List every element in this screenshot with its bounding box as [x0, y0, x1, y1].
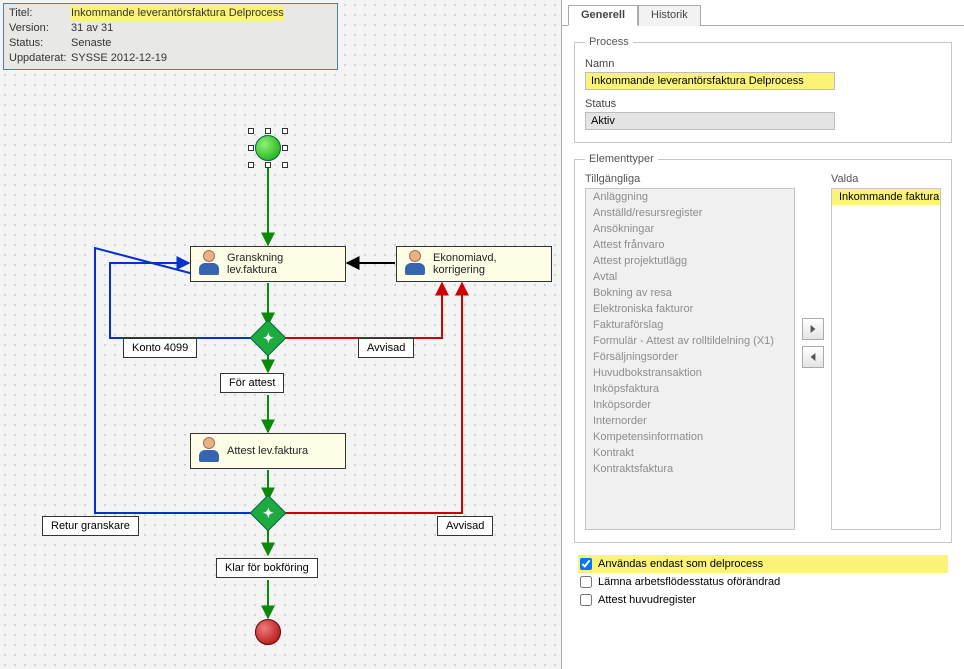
task-attest[interactable]: Attest lev.faktura: [190, 433, 346, 469]
list-item[interactable]: Attest projektutlägg: [586, 253, 794, 269]
list-item[interactable]: Försäljningsorder: [586, 349, 794, 365]
check-label: Attest huvudregister: [598, 594, 696, 606]
list-item[interactable]: Avtal: [586, 269, 794, 285]
label-klar[interactable]: Klar för bokföring: [216, 558, 318, 578]
check-attest-input[interactable]: [580, 594, 592, 606]
status-label: Status: [585, 98, 941, 110]
list-item[interactable]: Kontrakt: [586, 445, 794, 461]
list-item[interactable]: Elektroniska fakturor: [586, 301, 794, 317]
user-icon: [403, 250, 427, 278]
move-right-button[interactable]: [802, 318, 824, 340]
namn-field: Inkommande leverantörsfaktura Delprocess: [585, 72, 835, 90]
process-legend: Process: [585, 36, 633, 48]
label-text: Retur granskare: [51, 520, 130, 532]
task-label: Ekonomiavd,: [433, 252, 497, 264]
list-item[interactable]: Anställd/resursregister: [586, 205, 794, 221]
task-label: Attest lev.faktura: [227, 445, 308, 457]
list-item[interactable]: Attest frånvaro: [586, 237, 794, 253]
user-icon: [197, 437, 221, 465]
label-for-attest[interactable]: För attest: [220, 373, 284, 393]
task-granskning[interactable]: Granskninglev.faktura: [190, 246, 346, 282]
task-label: lev.faktura: [227, 264, 283, 276]
label-konto[interactable]: Konto 4099: [123, 338, 197, 358]
check-label: Användas endast som delprocess: [598, 558, 763, 570]
checkbox-group: Användas endast som delprocess Lämna arb…: [574, 553, 952, 609]
label-avvisad-1[interactable]: Avvisad: [358, 338, 414, 358]
label-text: Avvisad: [446, 520, 484, 532]
list-item[interactable]: Bokning av resa: [586, 285, 794, 301]
label-text: För attest: [229, 377, 275, 389]
check-attest[interactable]: Attest huvudregister: [578, 591, 948, 609]
move-left-button[interactable]: [802, 346, 824, 368]
status-field: Aktiv: [585, 112, 835, 130]
label-avvisad-2[interactable]: Avvisad: [437, 516, 493, 536]
element-legend: Elementtyper: [585, 153, 658, 165]
selected-list[interactable]: Inkommande faktura: [831, 188, 941, 530]
chevron-right-icon: [809, 325, 817, 333]
check-delprocess[interactable]: Användas endast som delprocess: [578, 555, 948, 573]
list-item[interactable]: Kompetensinformation: [586, 429, 794, 445]
label-text: Avvisad: [367, 342, 405, 354]
label-text: Klar för bokföring: [225, 562, 309, 574]
user-icon: [197, 250, 221, 278]
tab-bar: Generell Historik: [562, 0, 964, 26]
check-status-input[interactable]: [580, 576, 592, 588]
side-panel: Generell Historik Process Namn Inkommand…: [562, 0, 964, 669]
selection-handles: [248, 128, 288, 168]
list-item[interactable]: Internorder: [586, 413, 794, 429]
gateway-1[interactable]: ✦: [255, 325, 281, 351]
available-label: Tillgängliga: [585, 173, 795, 185]
gateway-2[interactable]: ✦: [255, 500, 281, 526]
tab-generell[interactable]: Generell: [568, 5, 638, 26]
elementtyper-fieldset: Elementtyper Tillgängliga AnläggningAnst…: [574, 153, 952, 543]
list-item[interactable]: Anläggning: [586, 189, 794, 205]
list-item[interactable]: Kontraktsfaktura: [586, 461, 794, 477]
task-ekonomiavd[interactable]: Ekonomiavd,korrigering: [396, 246, 552, 282]
selected-label: Valda: [831, 173, 941, 185]
label-retur[interactable]: Retur granskare: [42, 516, 139, 536]
end-node[interactable]: [255, 619, 281, 645]
check-status[interactable]: Lämna arbetsflödesstatus oförändrad: [578, 573, 948, 591]
diagram-canvas[interactable]: Titel:Inkommande leverantörsfaktura Delp…: [0, 0, 562, 669]
process-fieldset: Process Namn Inkommande leverantörsfaktu…: [574, 36, 952, 143]
list-item[interactable]: Formulär - Attest av rolltildelning (X1): [586, 333, 794, 349]
task-label: Granskning: [227, 252, 283, 264]
list-item[interactable]: Inkommande faktura: [832, 189, 940, 205]
task-label: korrigering: [433, 264, 497, 276]
list-item[interactable]: Inköpsorder: [586, 397, 794, 413]
list-item[interactable]: Huvudbokstransaktion: [586, 365, 794, 381]
namn-label: Namn: [585, 58, 941, 70]
tab-historik[interactable]: Historik: [638, 5, 701, 26]
available-list[interactable]: AnläggningAnställd/resursregisterAnsökni…: [585, 188, 795, 530]
check-delprocess-input[interactable]: [580, 558, 592, 570]
chevron-left-icon: [809, 353, 817, 361]
list-item[interactable]: Ansökningar: [586, 221, 794, 237]
list-item[interactable]: Inköpsfaktura: [586, 381, 794, 397]
check-label: Lämna arbetsflödesstatus oförändrad: [598, 576, 780, 588]
list-item[interactable]: Fakturaförslag: [586, 317, 794, 333]
label-text: Konto 4099: [132, 342, 188, 354]
